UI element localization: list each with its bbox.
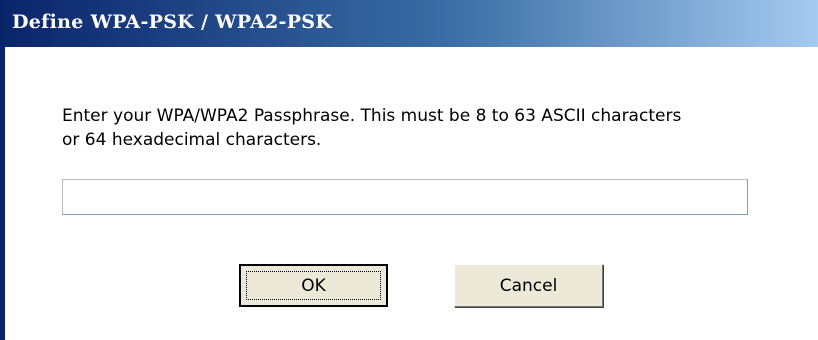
focus-ring xyxy=(246,271,381,300)
title-bar[interactable]: Define WPA-PSK / WPA2-PSK xyxy=(0,0,818,47)
passphrase-instructions: Enter your WPA/WPA2 Passphrase. This mus… xyxy=(62,106,682,150)
cancel-button-label: Cancel xyxy=(499,275,558,296)
window-left-border xyxy=(0,47,5,340)
wpa-psk-dialog: Define WPA-PSK / WPA2-PSK Enter your WPA… xyxy=(0,0,818,340)
passphrase-input[interactable] xyxy=(62,179,748,215)
window-title: Define WPA-PSK / WPA2-PSK xyxy=(12,11,333,33)
ok-button[interactable]: OK xyxy=(239,264,388,307)
cancel-button[interactable]: Cancel xyxy=(454,264,603,307)
